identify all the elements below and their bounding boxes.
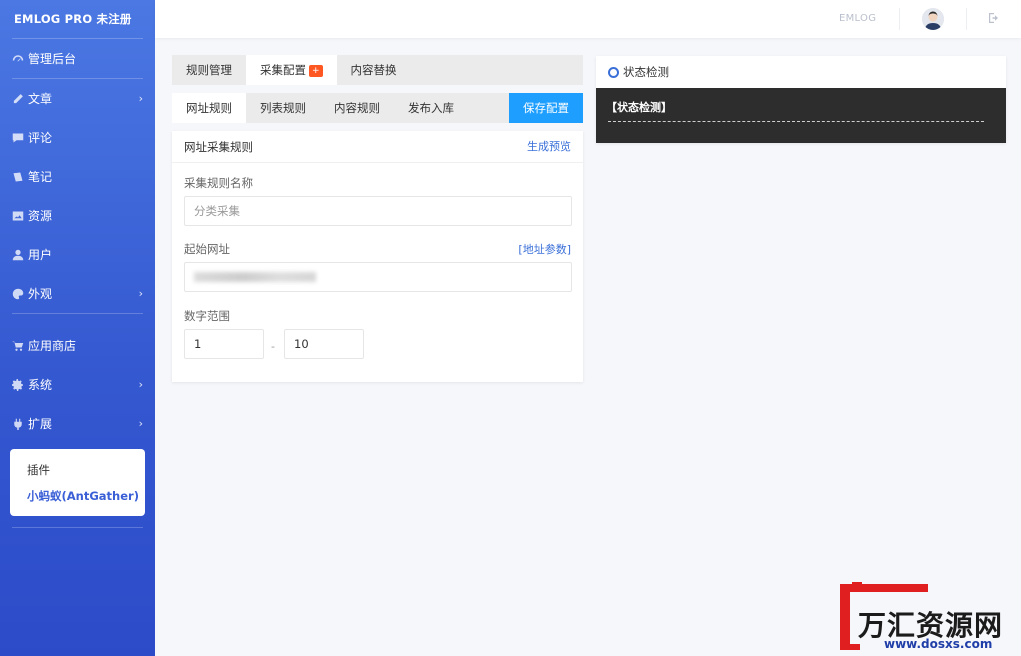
card-header: 网址采集规则 生成预览 [172,131,583,163]
divider [966,8,967,30]
status-icon [608,66,619,78]
tab-content-replace[interactable]: 内容替换 [337,55,411,85]
start-url-label: 起始网址 [184,242,230,256]
tab-label: 内容替换 [350,63,397,77]
new-badge: + [309,65,323,77]
sidebar-item-label: 外观 [28,287,53,301]
chevron-right-icon: › [138,378,143,391]
tab-list-rules[interactable]: 列表规则 [246,93,320,123]
sidebar-item-label: 笔记 [28,170,53,184]
status-title: 状态检测 [623,65,669,79]
range-from-input[interactable] [184,329,264,359]
tab-label: 采集配置 [260,63,306,77]
sidebar: EMLOG PRO 未注册 管理后台 文章 › 评论 笔记 资源 用户 外观 ›… [0,0,155,656]
status-panel: 状态检测 【状态检测】 [596,56,1006,143]
top-header: EMLOG [155,0,1021,38]
preview-link[interactable]: 生成预览 [527,131,571,163]
rule-name-label: 采集规则名称 [184,176,253,190]
blurred-url-text [194,272,316,282]
brand-title: EMLOG PRO 未注册 [14,12,132,26]
plug-icon [11,417,25,431]
note-icon [11,170,25,184]
divider [12,527,143,528]
palette-icon [11,287,25,301]
sidebar-item-appearance[interactable]: 外观 › [0,274,155,313]
top-tabs: 规则管理 采集配置 + 内容替换 [172,55,583,85]
sidebar-item-label: 应用商店 [28,339,77,353]
chevron-right-icon: › [138,417,143,430]
site-link[interactable]: EMLOG [839,13,876,24]
sidebar-item-label: 评论 [28,131,53,145]
sidebar-item-label: 用户 [28,248,53,262]
chevron-right-icon: › [138,92,143,105]
cart-icon [11,339,25,353]
sidebar-item-label: 管理后台 [28,52,77,66]
sidebar-item-label: 扩展 [28,417,53,431]
range-separator: - [271,340,275,353]
pencil-icon [11,92,25,106]
status-header: 状态检测 [596,56,1006,88]
gear-icon [11,378,25,392]
sidebar-item-label: 文章 [28,92,53,106]
save-config-button[interactable]: 保存配置 [509,93,583,123]
tab-content-rules[interactable]: 内容规则 [320,93,394,123]
sidebar-item-app-store[interactable]: 应用商店 [0,326,155,365]
watermark: 万汇资源网 www.dosxs.com [836,582,1016,652]
user-icon [11,248,25,262]
watermark-url: www.dosxs.com [884,637,993,651]
sidebar-item-system[interactable]: 系统 › [0,365,155,404]
sidebar-item-dashboard[interactable]: 管理后台 [0,39,155,78]
avatar[interactable] [922,8,944,30]
sidebar-item-comments[interactable]: 评论 [0,118,155,157]
divider [899,8,900,30]
url-params-link[interactable]: [地址参数] [518,241,571,257]
card-title: 网址采集规则 [184,140,253,154]
sidebar-item-resources[interactable]: 资源 [0,196,155,235]
dashboard-icon [11,52,25,66]
avatar-icon [922,8,944,30]
tab-url-rules[interactable]: 网址规则 [172,93,246,123]
sidebar-item-label: 系统 [28,378,53,392]
extensions-submenu: 插件 小蚂蚁(AntGather) [10,449,145,516]
sidebar-item-notes[interactable]: 笔记 [0,157,155,196]
tab-rule-management[interactable]: 规则管理 [172,55,246,85]
sidebar-item-extensions[interactable]: 扩展 › [0,404,155,443]
number-range-label: 数字范围 [184,309,230,323]
comment-icon [11,131,25,145]
tab-publish[interactable]: 发布入库 [394,93,468,123]
range-to-input[interactable] [284,329,364,359]
console-dashed-line [608,121,984,122]
submenu-item-plugins[interactable]: 插件 [10,457,145,483]
sidebar-item-users[interactable]: 用户 [0,235,155,274]
image-icon [11,209,25,223]
tab-label: 规则管理 [186,63,232,77]
logout-icon[interactable] [987,11,1001,25]
submenu-item-antgather[interactable]: 小蚂蚁(AntGather) [10,483,145,509]
tab-gather-config[interactable]: 采集配置 + [246,55,337,85]
chevron-right-icon: › [138,287,143,300]
console-title: 【状态检测】 [606,101,672,114]
url-rule-card: 网址采集规则 生成预览 采集规则名称 起始网址 [地址参数] 数字范围 - [172,131,583,382]
rule-name-input[interactable] [184,196,572,226]
sidebar-item-label: 资源 [28,209,53,223]
sidebar-item-articles[interactable]: 文章 › [0,79,155,118]
status-console: 【状态检测】 [596,88,1006,143]
